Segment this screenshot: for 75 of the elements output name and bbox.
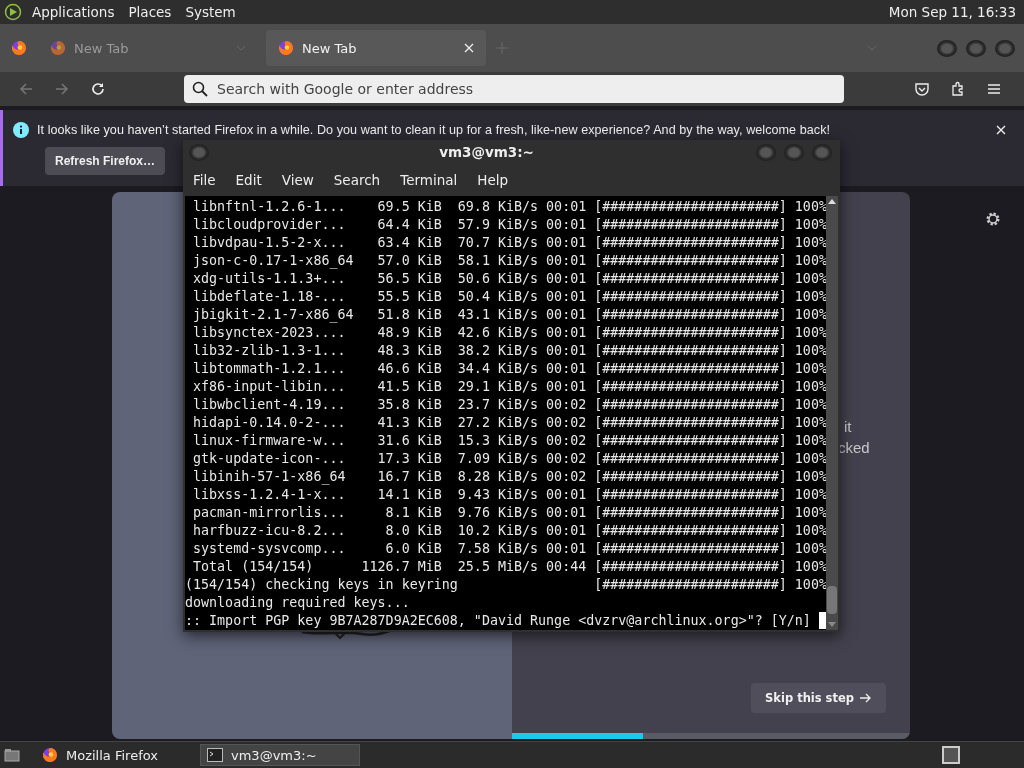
- settings-icon[interactable]: [985, 211, 1001, 227]
- panel-menu[interactable]: System: [185, 4, 236, 20]
- menu-item[interactable]: View: [281, 172, 314, 188]
- taskbar-item[interactable]: Mozilla Firefox: [36, 744, 196, 766]
- close-icon[interactable]: [464, 43, 474, 53]
- terminal-line: :: Import PGP key 9B7A287D9A2EC608, "David Runge <dvzrv@archlinux.org>"? [Y/n]: [185, 612, 812, 630]
- browser-logo-icon: [11, 40, 27, 56]
- terminal-line: harfbuzz-icu-8.2... 8.0 KiB 10.2 KiB/s 00:01 [######################] 100%: [192, 522, 826, 540]
- terminal-line: pacman-mirrorlis... 8.1 KiB 9.76 KiB/s 00:01 [######################] 100%: [192, 504, 826, 522]
- window-button[interactable]: [784, 143, 804, 161]
- taskbar-item[interactable]: vm3@vm3:~: [200, 744, 360, 766]
- close-icon[interactable]: [996, 125, 1006, 135]
- terminal-line: libnftnl-1.2.6-1... 69.5 KiB 69.8 KiB/s 00:01 [######################] 100%: [192, 198, 826, 216]
- distro-logo-icon[interactable]: [4, 3, 22, 21]
- terminal-line: hidapi-0.14.0-2-... 41.3 KiB 27.2 KiB/s 00:02 [######################] 100%: [192, 414, 826, 432]
- firefox-icon: [42, 747, 58, 763]
- terminal-line: Total (154/154) 1126.7 MiB 25.5 MiB/s 00:44 [######################] 100%: [192, 558, 826, 576]
- puzzle-icon[interactable]: [950, 81, 966, 97]
- pocket-icon[interactable]: [914, 81, 930, 97]
- scroll-up-icon[interactable]: [828, 199, 836, 204]
- menu-icon[interactable]: [986, 81, 1002, 97]
- refresh-firefox-button[interactable]: Refresh Firefox…: [45, 147, 166, 175]
- clock[interactable]: Mon Sep 11, 16:33: [888, 4, 1016, 20]
- panel-menu[interactable]: Places: [128, 4, 172, 20]
- search-icon: [192, 81, 208, 97]
- terminal-line: libsynctex-2023.... 48.9 KiB 42.6 KiB/s 00:01 [######################] 100%: [192, 324, 826, 342]
- browser-tab[interactable]: New Tab: [266, 30, 486, 66]
- terminal-line: libwbclient-4.19... 35.8 KiB 23.7 KiB/s 00:02 [######################] 100%: [192, 396, 826, 414]
- terminal-line: lib32-zlib-1.3-1... 48.3 KiB 38.2 KiB/s 00:01 [######################] 100%: [192, 342, 826, 360]
- terminal-line: libcloudprovider... 64.4 KiB 57.9 KiB/s 00:01 [######################] 100%: [192, 216, 826, 234]
- window-button[interactable]: [756, 143, 776, 161]
- menu-item[interactable]: Terminal: [400, 172, 458, 188]
- terminal-line: jbigkit-2.1-7-x86_64 51.8 KiB 43.1 KiB/s 00:01 [######################] 100%: [192, 306, 826, 324]
- info-icon: [13, 122, 29, 138]
- reload-icon[interactable]: [90, 81, 106, 97]
- terminal-line: gtk-update-icon-... 17.3 KiB 7.09 KiB/s 00:02 [######################] 100%: [192, 450, 826, 468]
- terminal-line: xdg-utils-1.1.3+... 56.5 KiB 50.6 KiB/s 00:01 [######################] 100%: [192, 270, 826, 288]
- skip-button[interactable]: Skip this step: [751, 683, 886, 713]
- scrollbar[interactable]: [826, 196, 838, 630]
- window-title: vm3@vm3:~: [439, 144, 534, 160]
- panel-menu[interactable]: Applications: [32, 4, 115, 20]
- window-button[interactable]: [995, 39, 1015, 57]
- text-cursor: [818, 612, 826, 629]
- chevron-down-icon[interactable]: [867, 45, 877, 51]
- menu-item[interactable]: File: [193, 172, 216, 188]
- terminal-line: systemd-sysvcomp... 6.0 KiB 7.58 KiB/s 00:01 [######################] 100%: [192, 540, 826, 558]
- workspace-switcher[interactable]: [942, 746, 960, 764]
- menu-item[interactable]: Search: [333, 172, 381, 188]
- notification-message: It looks like you haven’t started Firefox in a while. Do you want to clean it up for a fresh, like-new experience? And by the way, welcome back!: [37, 123, 831, 137]
- onboarding-text: it: [844, 418, 853, 435]
- terminal-line: json-c-0.17-1-x86_64 57.0 KiB 58.1 KiB/s 00:01 [######################] 100%: [192, 252, 826, 270]
- window-button[interactable]: [966, 39, 986, 57]
- terminal-line: libtommath-1.2.1... 46.6 KiB 34.4 KiB/s 00:01 [######################] 100%: [192, 360, 826, 378]
- terminal-line: libvdpau-1.5-2-x... 63.4 KiB 70.7 KiB/s 00:01 [######################] 100%: [192, 234, 826, 252]
- terminal-line: libxss-1.2.4-1-x... 14.1 KiB 9.43 KiB/s 00:01 [######################] 100%: [192, 486, 826, 504]
- terminal-line: xf86-input-libin... 41.5 KiB 29.1 KiB/s 00:01 [######################] 100%: [192, 378, 826, 396]
- terminal-line: libdeflate-1.18-... 55.5 KiB 50.4 KiB/s 00:01 [######################] 100%: [192, 288, 826, 306]
- window-button[interactable]: [812, 143, 832, 161]
- terminal-icon: [207, 748, 223, 762]
- menu-item[interactable]: Edit: [235, 172, 262, 188]
- terminal-line: libinih-57-1-x86_64 16.7 KiB 8.28 KiB/s 00:02 [######################] 100%: [192, 468, 826, 486]
- window-button[interactable]: [937, 39, 957, 57]
- scroll-down-icon[interactable]: [828, 622, 836, 627]
- window-menu-button[interactable]: [189, 143, 209, 161]
- chevron-down-icon[interactable]: [236, 45, 246, 51]
- address-bar[interactable]: Search with Google or enter address: [184, 75, 844, 103]
- menu-item[interactable]: Help: [477, 172, 509, 188]
- firefox-icon: [50, 40, 66, 56]
- firefox-icon: [278, 40, 294, 56]
- terminal-line: downloading required keys...: [185, 594, 410, 612]
- terminal-line: (154/154) checking keys in keyring [######################] 100%: [185, 576, 826, 594]
- show-desktop-icon[interactable]: [4, 747, 20, 763]
- terminal-line: linux-firmware-w... 31.6 KiB 15.3 KiB/s 00:02 [######################] 100%: [192, 432, 826, 450]
- scrollbar-thumb[interactable]: [827, 586, 837, 614]
- arrow-right-icon: [860, 693, 872, 703]
